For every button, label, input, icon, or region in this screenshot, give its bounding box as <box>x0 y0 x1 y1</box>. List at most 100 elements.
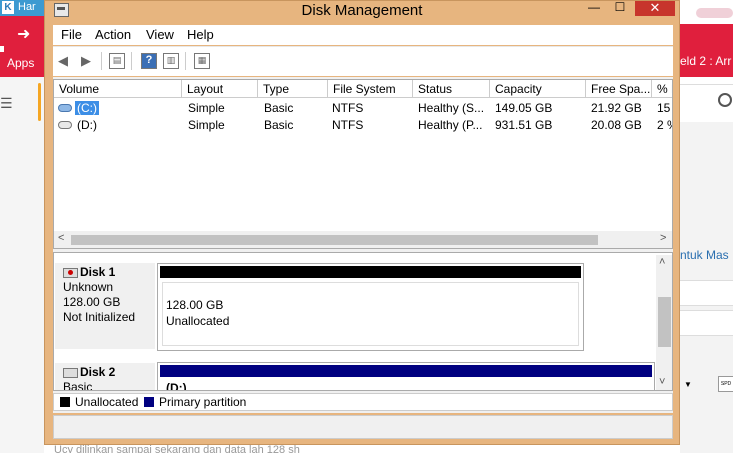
disk-management-window: Disk Management — ☐ ✕ File Action View H… <box>44 0 680 445</box>
column-header-percent-free[interactable]: % F <box>652 80 672 98</box>
bookmark-edge <box>0 46 4 52</box>
menu-help[interactable]: Help <box>187 27 214 42</box>
browser-tab-title: Har <box>18 1 36 13</box>
browser-right-top <box>680 0 733 24</box>
toolbar-separator <box>101 52 102 70</box>
right-tab-text[interactable]: eld 2 : Arr <box>680 54 731 68</box>
volume-status: Healthy (S... <box>418 101 485 115</box>
disk-graphical-view[interactable]: Disk 1 Unknown 128.00 GB Not Initialized… <box>53 252 673 391</box>
volume-name: (C:) <box>75 101 99 115</box>
right-field-1[interactable] <box>680 280 733 306</box>
primary-partition[interactable]: (D:) <box>157 362 655 391</box>
volume-layout: Simple <box>188 101 225 115</box>
maximize-button[interactable]: ☐ <box>607 1 633 15</box>
bookmark-arrow-icon: ➜ <box>17 26 31 43</box>
volume-file-system: NTFS <box>332 118 364 132</box>
right-field-2[interactable] <box>680 310 733 336</box>
volume-row[interactable]: (D:) Simple Basic NTFS Healthy (P... 931… <box>54 117 672 134</box>
scroll-down-icon[interactable]: ˅ <box>659 376 665 388</box>
column-header-file-system[interactable]: File System <box>328 80 413 98</box>
volume-free-space: 21.92 GB <box>591 101 642 115</box>
disk-not-initialized-icon <box>63 267 78 278</box>
apps-link[interactable]: Apps <box>7 56 34 70</box>
scroll-up-icon[interactable]: ˄ <box>659 256 665 268</box>
help-icon[interactable]: ? <box>141 53 157 69</box>
status-bar <box>53 415 673 439</box>
legend: Unallocated Primary partition <box>53 393 673 411</box>
disk-type: Basic <box>63 380 93 391</box>
disk-type: Unknown <box>63 280 114 294</box>
toolbar: ◀ ▶ ▤ ? ▥ ▦ <box>53 46 673 76</box>
content-area: Volume Layout Type File System Status Ca… <box>53 77 673 413</box>
column-header-free-space[interactable]: Free Spa... <box>586 80 652 98</box>
disk-2-label[interactable]: Disk 2 Basic <box>55 363 155 391</box>
browser-right-content: ntuk Mas ▼ SPD <box>680 122 733 453</box>
volume-type: Basic <box>264 118 294 132</box>
action-pane-icon[interactable]: ▥ <box>163 53 179 69</box>
disk-name: Disk 2 <box>80 365 116 379</box>
disk-2-name-line: Disk 2 <box>63 363 155 380</box>
close-button[interactable]: ✕ <box>635 1 675 16</box>
primary-partition-swatch <box>144 397 154 407</box>
partition-status: Unallocated <box>166 314 230 328</box>
volume-percent-free: 2 % <box>657 118 672 132</box>
volume-file-system: NTFS <box>332 101 364 115</box>
disk-1-name-line: Disk 1 <box>63 263 155 280</box>
volume-free-space: 20.08 GB <box>591 118 642 132</box>
vertical-scrollbar[interactable]: ˄ ˅ <box>656 255 672 390</box>
scroll-right-icon[interactable]: > <box>660 232 666 244</box>
browser-tab-icon: K <box>2 1 14 14</box>
volume-capacity: 931.51 GB <box>495 118 553 132</box>
volume-status: Healthy (P... <box>418 118 483 132</box>
drive-icon <box>58 121 72 129</box>
back-arrow-icon[interactable]: ◀ <box>55 53 71 69</box>
horizontal-scroll-thumb[interactable] <box>71 235 598 245</box>
legend-primary-partition: Primary partition <box>159 395 247 409</box>
disk-icon <box>63 367 78 378</box>
legend-unallocated: Unallocated <box>75 395 139 409</box>
column-header-status[interactable]: Status <box>413 80 490 98</box>
partition-label: (D:) <box>166 381 187 391</box>
hamburger-icon[interactable]: ☰ <box>0 95 13 112</box>
minimize-button[interactable]: — <box>581 1 607 15</box>
browser-bookmark-bar: ➜ Apps <box>0 16 44 77</box>
volume-percent-free: 15 <box>657 101 671 115</box>
focus-indicator <box>38 83 41 121</box>
title-bar[interactable]: Disk Management — ☐ ✕ <box>45 1 679 21</box>
volume-capacity: 149.05 GB <box>495 101 553 115</box>
disk-size: 128.00 GB <box>63 295 121 309</box>
forward-arrow-icon[interactable]: ▶ <box>78 53 94 69</box>
menu-view[interactable]: View <box>146 27 174 42</box>
spd-icon[interactable]: SPD <box>718 376 733 392</box>
partition-size: 128.00 GB <box>166 298 224 312</box>
chevron-down-icon[interactable]: ▼ <box>684 380 692 389</box>
browser-right-banner: eld 2 : Arr <box>680 24 733 77</box>
column-header-volume[interactable]: Volume <box>54 80 182 98</box>
horizontal-scrollbar[interactable]: < > <box>54 231 672 248</box>
show-hide-console-tree-icon[interactable]: ▤ <box>109 53 125 69</box>
unallocated-swatch <box>60 397 70 407</box>
menu-file[interactable]: File <box>61 27 82 42</box>
column-header-capacity[interactable]: Capacity <box>490 80 586 98</box>
menu-bar: File Action View Help <box>53 25 673 45</box>
unallocated-partition[interactable]: 128.00 GB Unallocated <box>157 263 584 351</box>
unallocated-band <box>160 266 581 278</box>
search-icon[interactable] <box>718 93 732 107</box>
decorative-swirl <box>696 8 733 18</box>
column-header-type[interactable]: Type <box>258 80 328 98</box>
browser-search-area <box>680 84 733 124</box>
volume-list[interactable]: Volume Layout Type File System Status Ca… <box>53 79 673 249</box>
scroll-left-icon[interactable]: < <box>58 232 64 244</box>
disk-1-label[interactable]: Disk 1 Unknown 128.00 GB Not Initialized <box>55 263 155 349</box>
browser-tab[interactable]: K Har <box>0 0 44 16</box>
properties-icon[interactable]: ▦ <box>194 53 210 69</box>
browser-bottom-text-area: Ucy dilinkan sampai sekarang dan data la… <box>44 445 680 453</box>
menu-action[interactable]: Action <box>95 27 131 42</box>
column-header-layout[interactable]: Layout <box>182 80 258 98</box>
disk-name: Disk 1 <box>80 265 116 279</box>
volume-row[interactable]: (C:) Simple Basic NTFS Healthy (S... 149… <box>54 100 672 117</box>
vertical-scroll-thumb[interactable] <box>658 297 671 347</box>
bottom-text: Ucy dilinkan sampai sekarang dan data la… <box>54 445 300 453</box>
right-link[interactable]: ntuk Mas <box>680 248 729 262</box>
disk-state: Not Initialized <box>63 310 136 324</box>
